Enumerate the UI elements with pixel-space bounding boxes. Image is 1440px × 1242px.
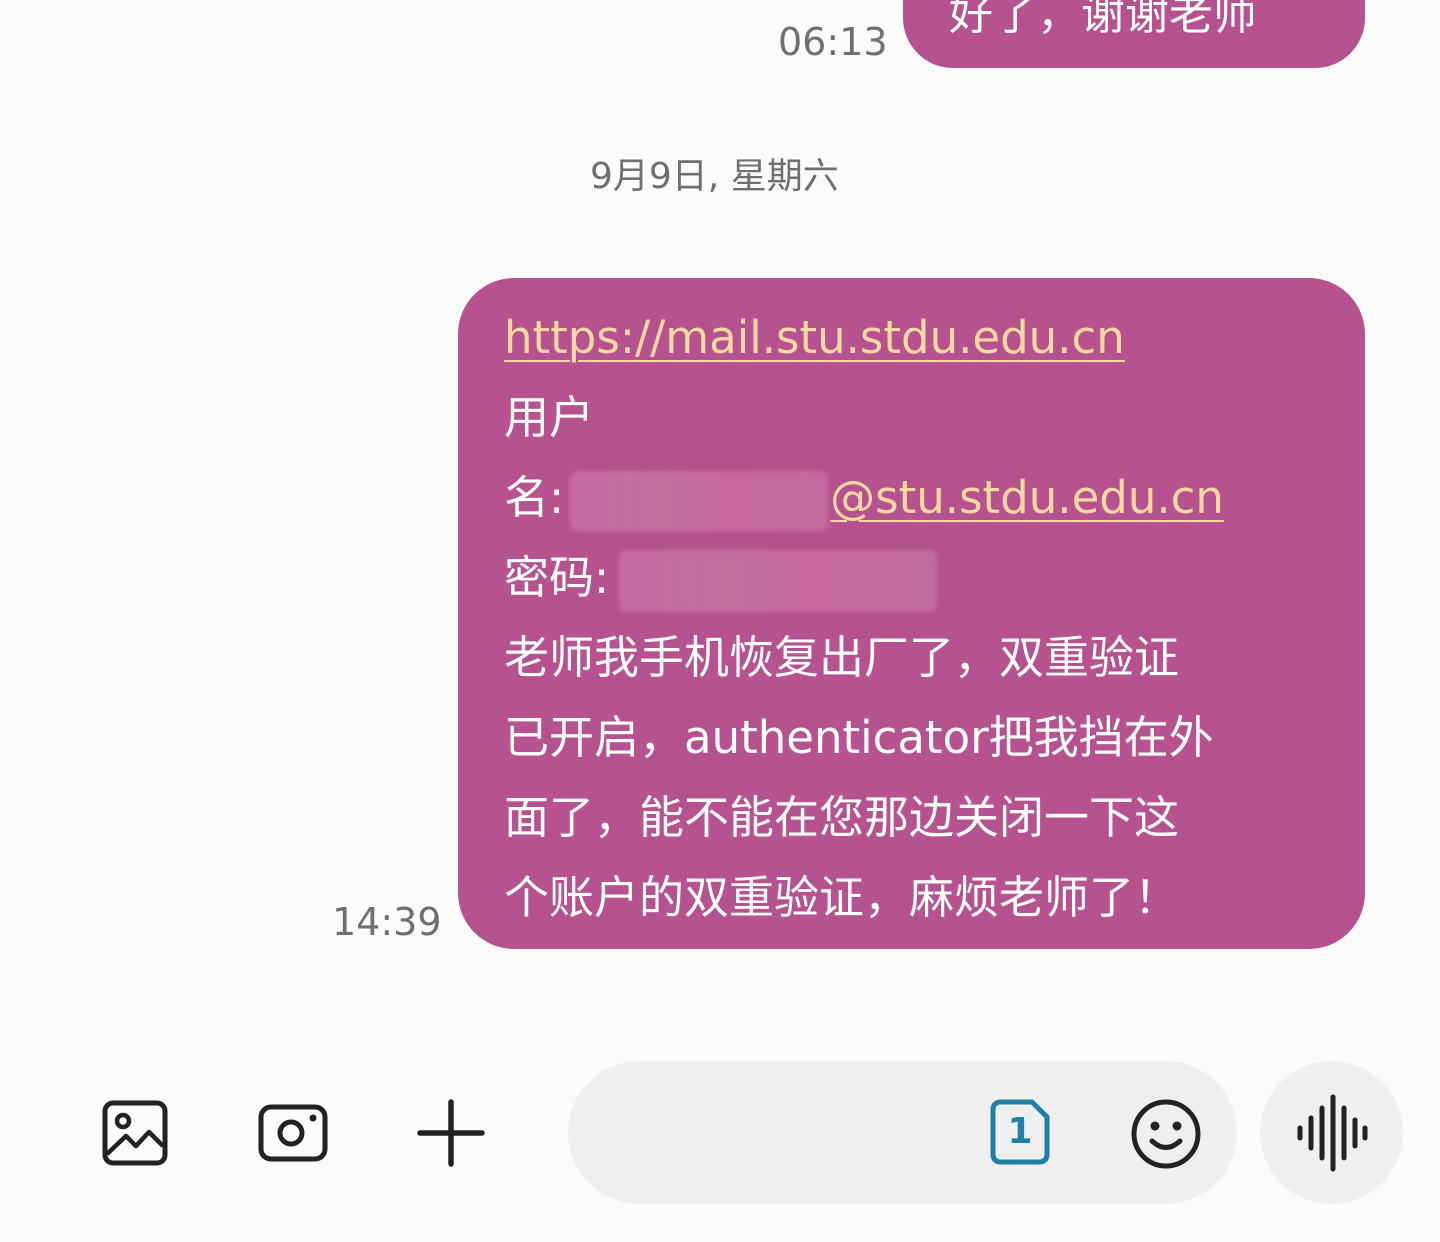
message-body-line: 面了，能不能在您那边关闭一下这 xyxy=(504,791,1180,844)
sim-number-label: 1 xyxy=(1007,1111,1033,1152)
gallery-icon xyxy=(102,1100,168,1166)
redacted-password xyxy=(619,550,938,612)
outgoing-message-bubble[interactable]: 好了，谢谢老师 xyxy=(903,0,1365,68)
add-attachment-button[interactable] xyxy=(411,1093,491,1173)
username-label: 用户 xyxy=(504,391,595,444)
message-line: https://mail.stu.stdu.edu.cn xyxy=(504,298,1319,378)
sim-selector-button[interactable]: 1 xyxy=(990,1099,1054,1167)
camera-icon xyxy=(258,1104,328,1162)
gallery-button[interactable] xyxy=(95,1093,175,1173)
emoji-button[interactable] xyxy=(1128,1096,1204,1172)
message-line: 名: @stu.stdu.edu.cn xyxy=(504,458,1319,538)
message-timestamp: 06:13 xyxy=(778,20,888,64)
message-line: 密码: xyxy=(504,538,1319,618)
mail-link[interactable]: https://mail.stu.stdu.edu.cn xyxy=(504,311,1125,364)
voice-input-button[interactable] xyxy=(1260,1061,1403,1204)
message-body-line: 已开启，authenticator把我挡在外 xyxy=(504,711,1214,764)
date-divider: 9月9日, 星期六 xyxy=(590,156,839,197)
plus-icon xyxy=(417,1099,485,1167)
voice-waveform-icon xyxy=(1297,1094,1367,1171)
outgoing-message-bubble[interactable]: https://mail.stu.stdu.edu.cn 用户 名: @stu.s… xyxy=(458,278,1365,949)
message-timestamp: 14:39 xyxy=(332,900,442,944)
message-line: 用户 xyxy=(504,378,1319,458)
email-domain-link[interactable]: @stu.stdu.edu.cn xyxy=(830,471,1224,524)
message-text: 好了，谢谢老师 xyxy=(949,0,1257,40)
message-body-line: 个账户的双重验证，麻烦老师了！ xyxy=(504,871,1180,924)
redacted-username xyxy=(570,471,829,531)
camera-button[interactable] xyxy=(253,1093,333,1173)
password-label: 密码: xyxy=(504,551,610,604)
emoji-icon xyxy=(1131,1099,1201,1169)
username-label-continued: 名: xyxy=(504,471,565,524)
message-body-line: 老师我手机恢复出厂了，双重验证 xyxy=(504,631,1180,684)
chat-screen: 06:13 好了，谢谢老师 9月9日, 星期六 https://mail.stu… xyxy=(0,0,1440,1242)
